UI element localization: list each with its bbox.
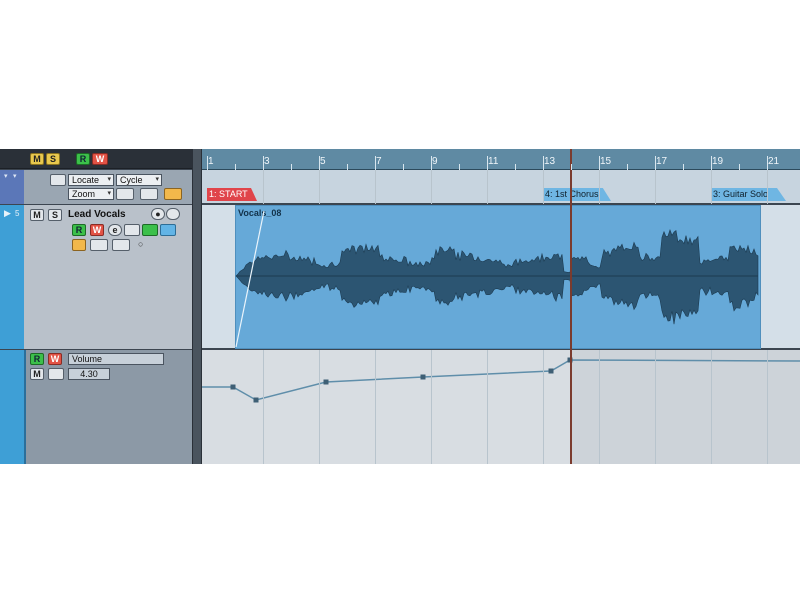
grid-line: [487, 170, 488, 204]
automation-point[interactable]: [323, 379, 329, 385]
grid-line: [263, 350, 264, 464]
grid-line: [711, 350, 712, 464]
ruler-tick: [263, 156, 264, 170]
grid-line: [599, 170, 600, 204]
automation-point[interactable]: [548, 368, 554, 374]
automation-point[interactable]: [420, 374, 426, 380]
ruler-tick: [319, 156, 320, 170]
ruler-tick: [375, 156, 376, 170]
grid-line: [375, 170, 376, 204]
ruler-tick: [599, 156, 600, 170]
grid-line: [655, 350, 656, 464]
grid-line: [599, 350, 600, 464]
automation-curve[interactable]: [0, 149, 800, 464]
automation-point[interactable]: [230, 384, 236, 390]
ruler-tick: [655, 156, 656, 170]
grid-line: [767, 350, 768, 464]
cubase-project-window: M S R W ▾ ▾ Locate ▾ Cycle ▾ Zoom ▾ ▶ 5 …: [0, 149, 800, 464]
grid-line: [431, 350, 432, 464]
ruler-bar-number: 5: [320, 156, 326, 167]
ruler-bar-number: 15: [600, 156, 612, 167]
ruler-bar-number: 7: [376, 156, 382, 167]
grid-line: [319, 350, 320, 464]
grid-line: [319, 170, 320, 204]
ruler-bar-number: 19: [712, 156, 724, 167]
ruler-bar-number: 11: [488, 156, 499, 167]
grid-line: [655, 170, 656, 204]
project-cursor[interactable]: [570, 149, 572, 464]
grid-line: [711, 170, 712, 204]
ruler-tick: [459, 164, 460, 170]
ruler-tick: [403, 164, 404, 170]
ruler-tick: [347, 164, 348, 170]
ruler-tick: [683, 164, 684, 170]
ruler-tick: [543, 156, 544, 170]
ruler-bar-number: 21: [768, 156, 780, 167]
ruler-tick: [487, 156, 488, 170]
ruler-tick: [235, 164, 236, 170]
ruler-tick: [207, 156, 208, 170]
grid-line: [543, 350, 544, 464]
ruler-bar-number: 9: [432, 156, 438, 167]
ruler-tick: [627, 164, 628, 170]
automation-inactive-region: [572, 350, 800, 464]
grid-line: [263, 170, 264, 204]
grid-line: [543, 170, 544, 204]
ruler-tick: [515, 164, 516, 170]
ruler-tick: [431, 156, 432, 170]
grid-line: [487, 350, 488, 464]
ruler-tick: [571, 164, 572, 170]
ruler-bar-number: 3: [264, 156, 270, 167]
ruler-tick: [739, 164, 740, 170]
grid-line: [767, 170, 768, 204]
ruler-bar-number: 17: [656, 156, 668, 167]
ruler-bar-number: 13: [544, 156, 556, 167]
ruler-tick: [291, 164, 292, 170]
ruler-tick: [711, 156, 712, 170]
grid-line: [431, 170, 432, 204]
ruler-tick: [767, 156, 768, 170]
grid-line: [375, 350, 376, 464]
ruler-bar-number: 1: [208, 156, 214, 167]
automation-point[interactable]: [253, 397, 259, 403]
